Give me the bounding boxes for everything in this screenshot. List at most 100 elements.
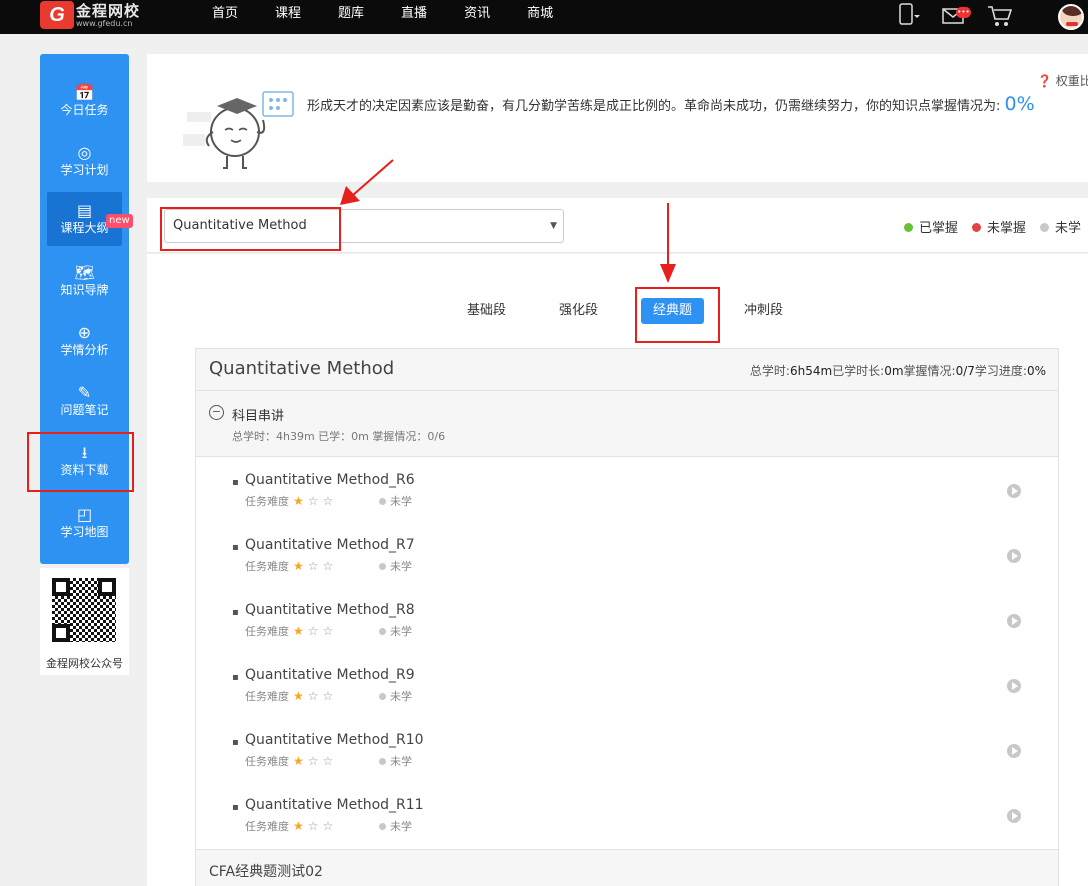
status-dot [379, 498, 386, 505]
nav-question-bank[interactable]: 题库 [338, 0, 364, 34]
logo-url: www.gfedu.cn [76, 19, 133, 28]
lesson-row[interactable]: ▪ Quantitative Method_R9 任务难度 ★☆☆ 未学 [196, 652, 1058, 717]
difficulty-label: 任务难度 [245, 495, 289, 508]
logo-icon[interactable]: G [40, 1, 74, 29]
star-icon: ☆ [322, 494, 338, 508]
progress-label: 学习进度: [974, 364, 1027, 378]
tab-sprint[interactable]: 冲刺段 [744, 298, 783, 324]
status-label: 未学 [390, 820, 412, 833]
map-icon: 🗺 [74, 263, 95, 282]
legend-mastered: 已掌握 [904, 217, 958, 236]
studied-value: 0m [884, 364, 904, 378]
nav-store[interactable]: 商城 [527, 0, 553, 34]
sidebar-item-today-tasks[interactable]: 📅 今日任务 [40, 74, 129, 128]
bullet-icon: ▪ [232, 607, 239, 618]
lesson-status: 未学 [379, 493, 412, 509]
lesson-row[interactable]: ▪ Quantitative Method_R10 任务难度 ★☆☆ 未学 [196, 717, 1058, 782]
sidebar-item-knowledge-map[interactable]: 🗺 知识导牌 [40, 254, 129, 308]
sidebar-item-course-outline[interactable]: ▤ 课程大纲 new [47, 192, 133, 246]
next-section-header[interactable]: CFA经典题测试02 [196, 849, 1058, 886]
tab-intensive[interactable]: 强化段 [559, 298, 598, 324]
difficulty-stars: ★☆☆ [293, 494, 337, 508]
sidebar-item-label: 今日任务 [60, 103, 109, 117]
lesson-status: 未学 [379, 623, 412, 639]
lesson-title[interactable]: Quantitative Method_R10 [245, 732, 424, 748]
logo-title[interactable]: 金程网校 [76, 0, 140, 21]
lesson-status: 未学 [379, 558, 412, 574]
play-icon[interactable] [1007, 809, 1021, 823]
lesson-title[interactable]: Quantitative Method_R11 [245, 797, 424, 813]
collapse-icon[interactable]: − [209, 405, 224, 420]
sidebar-item-question-notes[interactable]: ✎ 问题笔记 [40, 374, 129, 428]
main-content: 基础段 强化段 经典题 冲刺段 Quantitative Method 总学时:… [147, 254, 1088, 886]
lesson-status: 未学 [379, 688, 412, 704]
mastery-percent: 0% [1004, 93, 1035, 115]
play-icon[interactable] [1007, 549, 1021, 563]
new-badge: new [106, 214, 133, 228]
status-dot [379, 823, 386, 830]
lesson-title[interactable]: Quantitative Method_R7 [245, 537, 415, 553]
sidebar-item-learning-analysis[interactable]: ⊕ 学情分析 [40, 314, 129, 368]
lesson-status: 未学 [379, 753, 412, 769]
star-icon: ☆ [307, 689, 323, 703]
chevron-down-icon: ▼ [550, 221, 557, 231]
mobile-app-icon[interactable] [897, 3, 921, 27]
weight-ratio-link[interactable]: ❓ 权重比 [1037, 72, 1088, 89]
status-label: 未学 [390, 495, 412, 508]
mastery-label: 掌握情况: [903, 364, 956, 378]
user-avatar[interactable] [1058, 4, 1084, 30]
next-section-title: CFA经典题测试02 [209, 864, 323, 880]
card-stats: 总学时:6h54m已学时长:0m掌握情况:0/7学习进度:0% [750, 362, 1046, 379]
nav-home[interactable]: 首页 [212, 0, 238, 34]
cart-icon[interactable] [987, 4, 1013, 28]
status-dot [1040, 223, 1049, 232]
star-icon: ★ [293, 754, 308, 768]
lesson-title[interactable]: Quantitative Method_R6 [245, 472, 415, 488]
nav-news[interactable]: 资讯 [464, 0, 490, 34]
play-icon[interactable] [1007, 679, 1021, 693]
play-icon[interactable] [1007, 614, 1021, 628]
play-icon[interactable] [1007, 484, 1021, 498]
card-title: Quantitative Method [209, 358, 395, 379]
status-label: 未学 [390, 625, 412, 638]
motivation-text: 形成天才的决定因素应该是勤奋，有几分勤学苦练是成正比例的。革命尚未成功，仍需继续… [307, 91, 1067, 120]
lesson-difficulty: 任务难度 ★☆☆ [245, 688, 337, 704]
bullet-icon: ▪ [232, 737, 239, 748]
nav-live[interactable]: 直播 [401, 0, 427, 34]
pencil-icon: ✎ [77, 383, 92, 402]
lesson-row[interactable]: ▪ Quantitative Method_R8 任务难度 ★☆☆ 未学 [196, 587, 1058, 652]
status-dot [379, 693, 386, 700]
star-icon: ☆ [322, 624, 338, 638]
studied-label: 已学时长: [832, 364, 885, 378]
mastery-value: 0/7 [955, 364, 975, 378]
sidebar-item-study-map[interactable]: ◰ 学习地图 [40, 496, 129, 550]
section-header: − 科目串讲 总学时：4h39m 已学：0m 掌握情况：0/6 [196, 391, 1058, 457]
tab-basic[interactable]: 基础段 [467, 298, 506, 324]
globe-icon: ⊕ [77, 323, 92, 342]
lesson-row[interactable]: ▪ Quantitative Method_R7 任务难度 ★☆☆ 未学 [196, 522, 1058, 587]
difficulty-label: 任务难度 [245, 755, 289, 768]
sidebar-item-label: 问题笔记 [60, 403, 109, 417]
annotation-box-subject [160, 207, 341, 251]
lesson-title[interactable]: Quantitative Method_R8 [245, 602, 415, 618]
difficulty-stars: ★☆☆ [293, 624, 337, 638]
note-icon: ◰ [76, 505, 93, 524]
nav-courses[interactable]: 课程 [275, 0, 301, 34]
help-icon: ❓ [1037, 74, 1052, 88]
legend-label: 已掌握 [919, 221, 959, 236]
star-icon: ★ [293, 689, 308, 703]
difficulty-stars: ★☆☆ [293, 819, 337, 833]
status-dot [972, 223, 981, 232]
sidebar-item-study-plan[interactable]: ◎ 学习计划 [40, 134, 129, 188]
play-icon[interactable] [1007, 744, 1021, 758]
lesson-row[interactable]: ▪ Quantitative Method_R6 任务难度 ★☆☆ 未学 [196, 457, 1058, 522]
legend-not-mastered: 未掌握 [972, 217, 1026, 236]
top-navigation-bar: G 金程网校 www.gfedu.cn 首页 课程 题库 直播 资讯 商城 ••… [0, 0, 1088, 34]
lesson-title[interactable]: Quantitative Method_R9 [245, 667, 415, 683]
weight-ratio-label: 权重比 [1055, 74, 1088, 88]
sidebar-item-label: 学习地图 [60, 525, 109, 539]
progress-value: 0% [1026, 364, 1046, 378]
difficulty-stars: ★☆☆ [293, 754, 337, 768]
lesson-row[interactable]: ▪ Quantitative Method_R11 任务难度 ★☆☆ 未学 [196, 782, 1058, 847]
status-dot [379, 628, 386, 635]
